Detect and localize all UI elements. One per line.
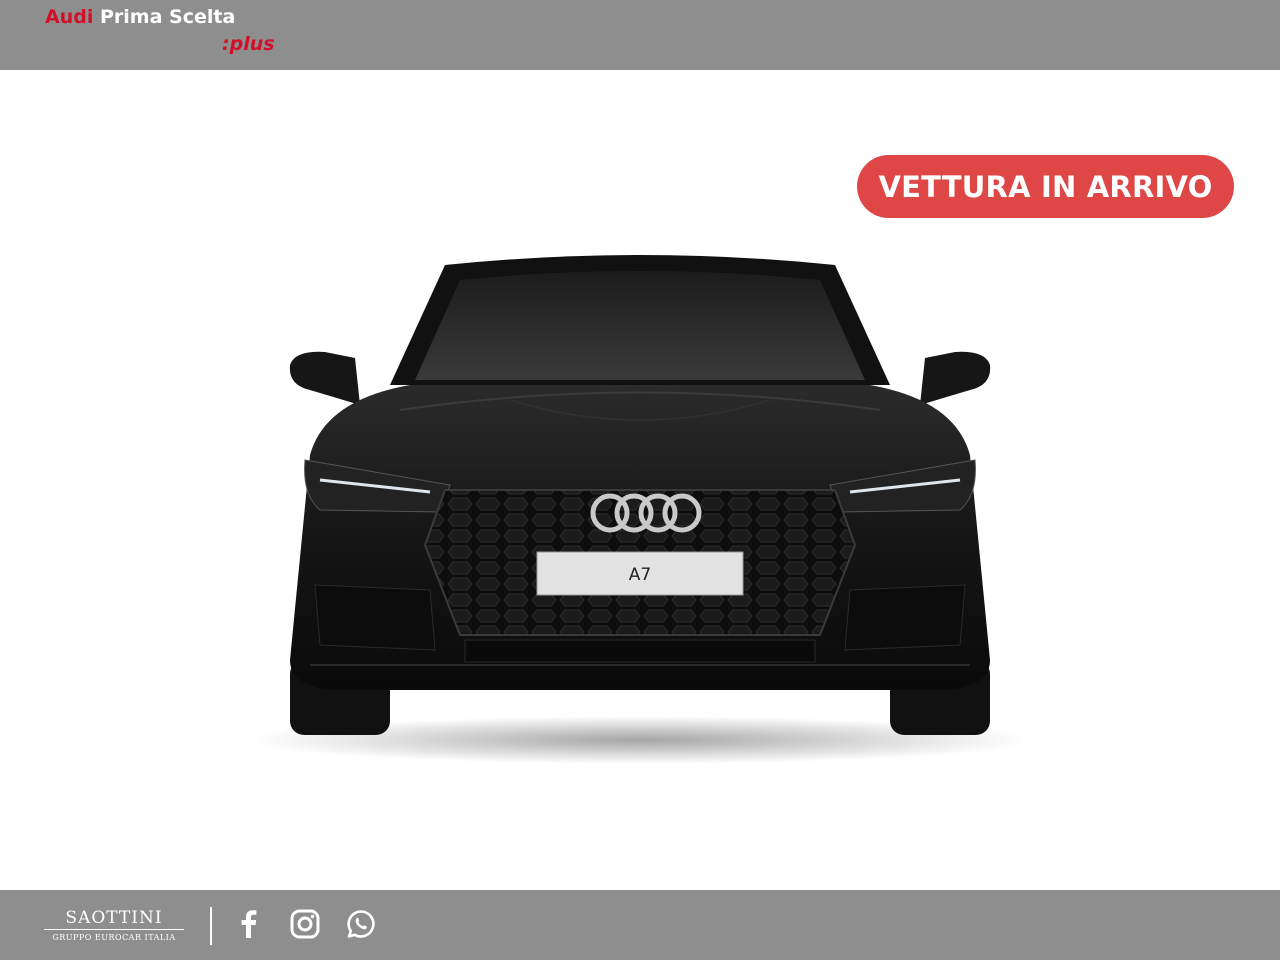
logo-line: Audi Prima Scelta	[45, 8, 235, 27]
dealer-group: GRUPPO EUROCAR ITALIA	[52, 933, 176, 942]
facebook-icon[interactable]	[232, 907, 266, 941]
arrival-badge: VETTURA IN ARRIVO	[857, 155, 1234, 218]
footer-divider	[210, 907, 212, 945]
dealer-logo[interactable]: SAOTTINI GRUPPO EUROCAR ITALIA	[44, 910, 184, 942]
footer-bar: SAOTTINI GRUPPO EUROCAR ITALIA	[0, 890, 1280, 960]
dealer-name: SAOTTINI	[44, 910, 184, 930]
logo-suffix: :plus	[222, 33, 275, 55]
instagram-icon[interactable]	[288, 907, 322, 941]
header-bar: Audi Prima Scelta :plus	[0, 0, 1280, 70]
audi-prima-scelta-logo[interactable]: Audi Prima Scelta :plus	[45, 8, 275, 54]
logo-program: Prima Scelta	[99, 6, 236, 28]
whatsapp-icon[interactable]	[344, 907, 378, 941]
license-plate: A7	[629, 565, 651, 585]
logo-brand: Audi	[45, 6, 94, 28]
car-front-image: A7	[250, 255, 1030, 764]
